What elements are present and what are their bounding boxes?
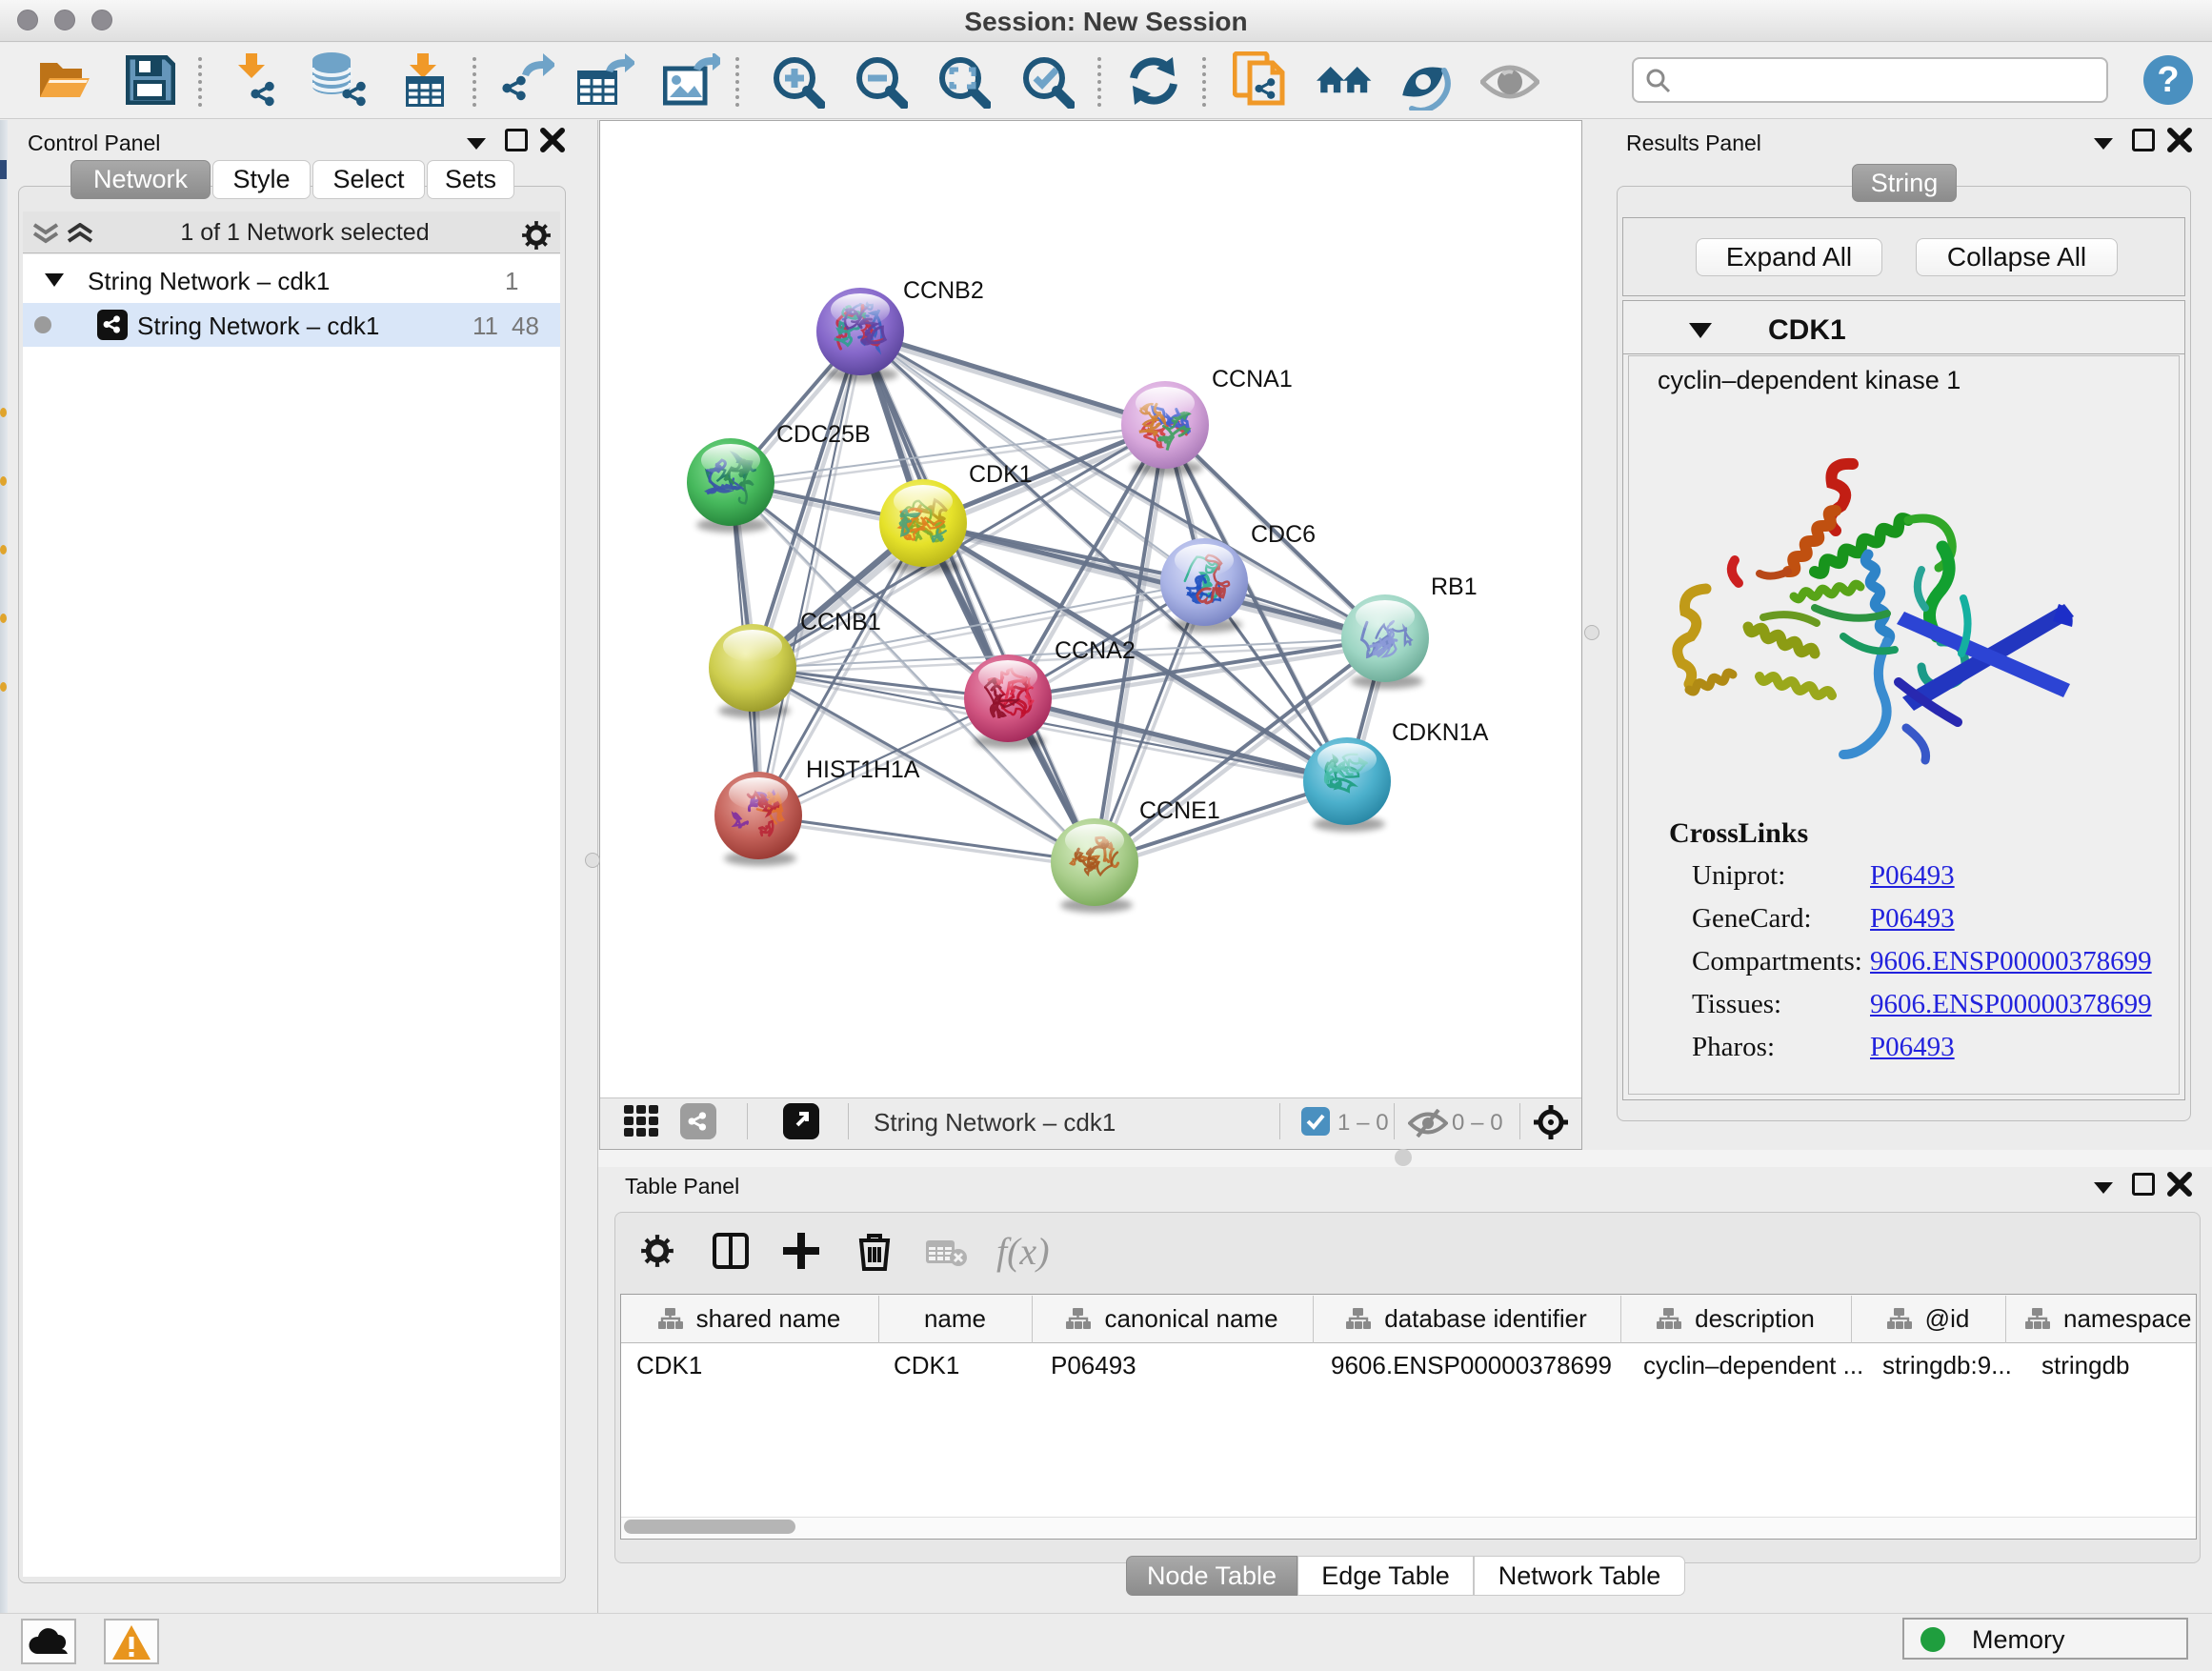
svg-text:CCNA1: CCNA1 (1212, 366, 1293, 393)
svg-text:CDK1: CDK1 (969, 461, 1033, 488)
svg-text:CCNB2: CCNB2 (903, 277, 984, 304)
svg-text:CDC6: CDC6 (1251, 521, 1316, 548)
svg-text:HIST1H1A: HIST1H1A (806, 756, 920, 783)
svg-text:CCNA2: CCNA2 (1055, 637, 1136, 664)
svg-text:RB1: RB1 (1431, 574, 1478, 600)
svg-text:CCNB1: CCNB1 (800, 609, 881, 635)
svg-text:CDC25B: CDC25B (776, 421, 871, 448)
svg-text:CCNE1: CCNE1 (1139, 797, 1220, 824)
svg-text:CDKN1A: CDKN1A (1392, 719, 1489, 746)
